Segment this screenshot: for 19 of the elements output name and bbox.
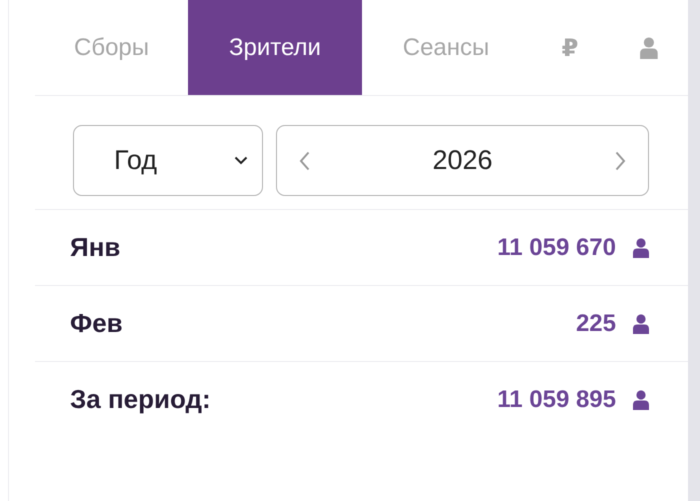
viewer-count: 11 059 895 <box>497 386 616 414</box>
previous-button[interactable] <box>299 150 310 170</box>
tab[interactable]: ₽ <box>530 0 610 95</box>
chevron-down-icon <box>234 156 248 165</box>
row-label: Фев <box>70 308 123 339</box>
person-icon <box>639 36 659 58</box>
period-select[interactable]: Год <box>73 125 263 196</box>
tab[interactable]: Сборы <box>35 0 188 95</box>
person-icon <box>632 238 650 258</box>
row-label: За период: <box>70 384 211 415</box>
tab[interactable]: Сеансы <box>362 0 530 95</box>
viewer-count: 11 059 670 <box>497 234 616 262</box>
next-button[interactable] <box>614 150 626 170</box>
row-label: Янв <box>70 232 120 263</box>
year-value: 2026 <box>432 145 493 176</box>
tab[interactable]: Зрители <box>188 0 362 95</box>
viewer-count: 225 <box>576 310 616 338</box>
person-icon <box>632 314 650 334</box>
person-icon <box>632 390 650 410</box>
